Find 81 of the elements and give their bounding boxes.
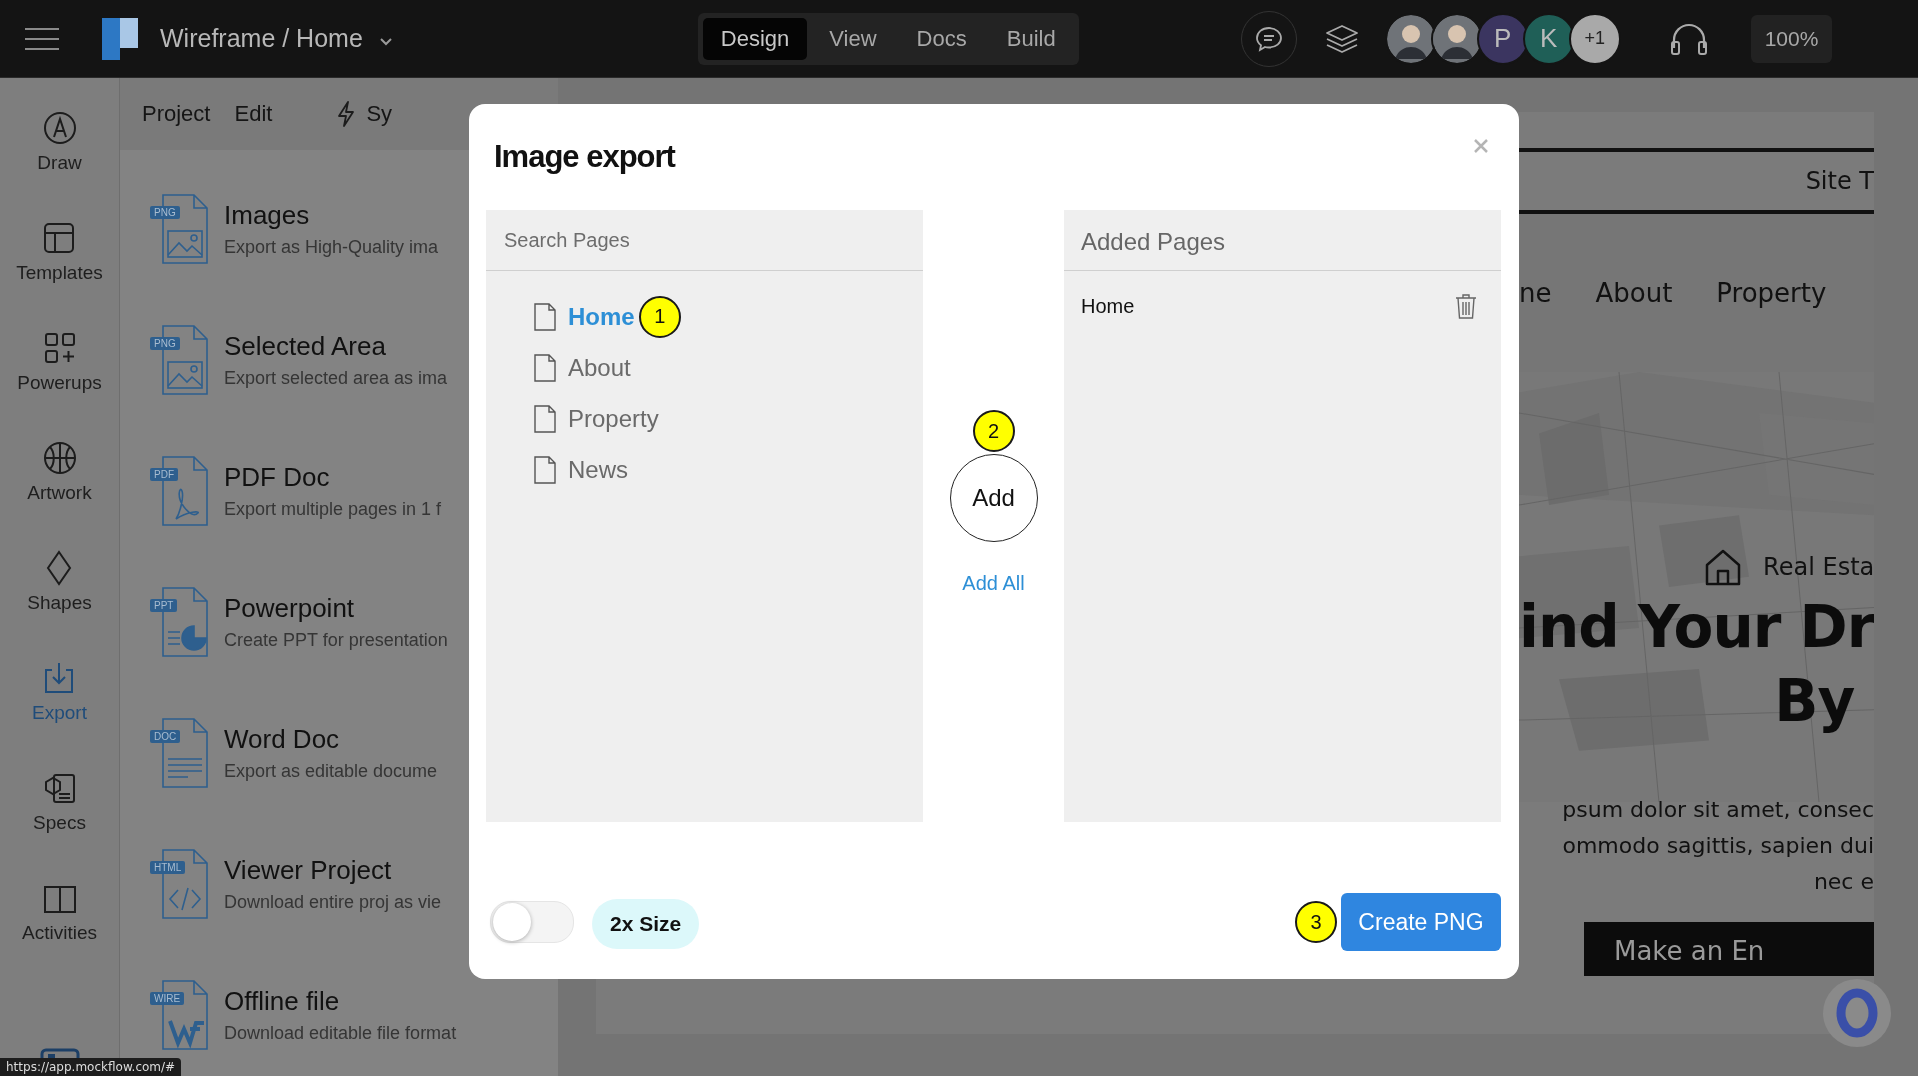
create-png-button[interactable]: Create PNG xyxy=(1341,893,1501,951)
format-description: Export as editable docume xyxy=(224,761,438,782)
panel-heading: Added Pages xyxy=(1080,228,1226,256)
export-format-item[interactable]: PDF PDF Doc Export multiple pages in 1 f xyxy=(120,452,558,530)
panel-menu-item[interactable]: Sy xyxy=(366,101,393,127)
headset-icon[interactable] xyxy=(1668,21,1709,56)
rail-icon xyxy=(41,110,78,146)
mode-tab[interactable]: Design xyxy=(702,17,808,60)
step-marker: 1 xyxy=(638,295,681,338)
site-title: Site T xyxy=(1805,167,1874,195)
format-description: Export selected area as ima xyxy=(224,368,448,389)
format-title: Viewer Project xyxy=(224,855,393,886)
format-title: Images xyxy=(224,200,311,231)
format-description: Download entire proj as vie xyxy=(224,892,442,913)
file-type-badge: PNG xyxy=(150,337,180,350)
format-title: Word Doc xyxy=(224,724,341,755)
page-icon xyxy=(534,455,556,484)
add-all-link[interactable]: Add All xyxy=(962,572,1025,595)
file-type-badge: HTML xyxy=(150,861,186,874)
step-marker: 3 xyxy=(1295,901,1337,943)
mode-tab[interactable]: View xyxy=(811,17,895,60)
format-description: Export multiple pages in 1 f xyxy=(224,499,442,520)
trash-icon[interactable] xyxy=(1455,293,1477,319)
headline: By xyxy=(1774,667,1855,735)
project-title[interactable]: Wireframe / Home xyxy=(160,24,363,53)
rail-item[interactable]: Shapes xyxy=(27,550,92,660)
file-type-badge: WIRE xyxy=(150,992,185,1005)
layers-icon[interactable] xyxy=(1324,23,1359,54)
dialog-title: Image export xyxy=(494,139,675,175)
page-item[interactable]: Home xyxy=(568,302,635,331)
export-format-item[interactable]: HTML Viewer Project Download entire proj as vie xyxy=(120,845,558,923)
file-type-badge: PDF xyxy=(150,468,178,481)
added-page: Home xyxy=(1081,294,1135,318)
rail-item[interactable]: Artwork xyxy=(27,440,92,550)
lightning-icon[interactable] xyxy=(336,100,357,128)
rail-icon xyxy=(41,440,78,476)
page-item[interactable]: About xyxy=(568,353,631,382)
size-chip: 2x Size xyxy=(592,899,700,949)
tagline: Real Esta xyxy=(1763,553,1874,581)
format-description: Download editable file format xyxy=(224,1023,457,1044)
export-format-item[interactable]: DOC Word Doc Export as editable docume xyxy=(120,714,558,792)
page-item[interactable]: Property xyxy=(568,404,659,433)
search-field[interactable]: Search Pages xyxy=(486,210,923,270)
rail-item[interactable]: Powerups xyxy=(17,330,102,440)
status-url-tooltip: https://app.mockflow.com/# xyxy=(0,1058,182,1076)
format-description: Export as High-Quality ima xyxy=(224,237,439,258)
body-text: nec e xyxy=(1813,868,1874,896)
logo-icon xyxy=(102,17,138,60)
zoom-level[interactable]: 100% xyxy=(1750,14,1833,63)
rail-item[interactable]: Activities xyxy=(22,880,97,990)
rail-item[interactable]: Draw xyxy=(37,110,82,220)
mode-tab[interactable]: Docs xyxy=(898,17,985,60)
format-title: Selected Area xyxy=(224,331,387,362)
headline: ind Your Dr xyxy=(1519,593,1874,661)
export-format-item[interactable]: PNG Selected Area Export selected area as ima xyxy=(120,321,558,399)
file-type-badge: DOC xyxy=(150,730,181,743)
format-title: PDF Doc xyxy=(224,462,331,493)
step-marker: 2 xyxy=(972,410,1015,452)
file-type-badge: PNG xyxy=(150,206,180,219)
rail-item[interactable]: Specs xyxy=(33,770,86,880)
panel-menu-item[interactable]: Project xyxy=(142,101,211,127)
menu-icon[interactable] xyxy=(24,26,60,51)
mode-tab[interactable]: Build xyxy=(988,17,1074,60)
export-format-item[interactable]: PPT Powerpoint Create PPT for presentation xyxy=(120,583,558,661)
rail-item[interactable]: Templates xyxy=(16,220,103,330)
body-text: psum dolor sit amet, consec xyxy=(1562,796,1874,824)
chevron-down-icon[interactable] xyxy=(378,37,393,46)
more-users-count[interactable]: +1 xyxy=(1568,12,1621,65)
panel-menu-item[interactable]: Edit xyxy=(234,101,273,127)
file-type-badge: PPT xyxy=(150,599,178,612)
export-format-item[interactable]: WIRE Offline file Download editable file format xyxy=(120,976,558,1054)
format-description: Create PPT for presentation xyxy=(224,630,448,651)
page-icon xyxy=(534,404,556,433)
add-button[interactable]: Add xyxy=(949,454,1038,542)
page-item[interactable]: News xyxy=(568,455,628,484)
body-text: ommodo sagittis, sapien dui xyxy=(1562,832,1874,860)
toggle-switch[interactable] xyxy=(490,901,574,943)
page-icon xyxy=(534,302,556,331)
page-icon xyxy=(534,353,556,382)
format-title: Powerpoint xyxy=(224,593,356,624)
format-title: Offline file xyxy=(224,986,341,1017)
